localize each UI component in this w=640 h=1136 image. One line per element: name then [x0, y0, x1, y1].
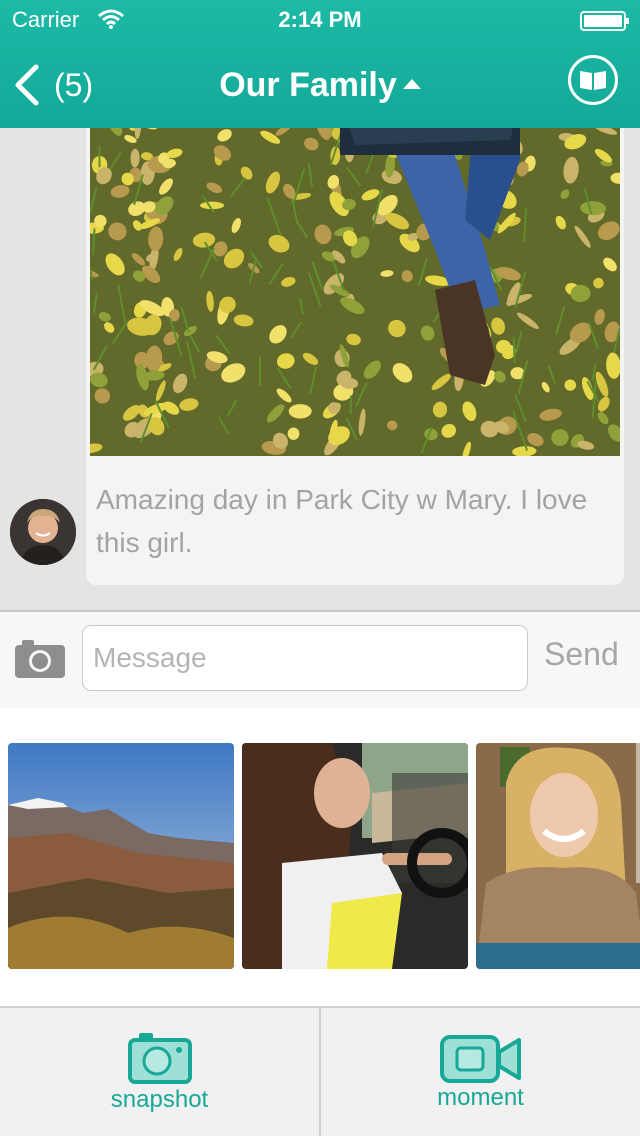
caret-up-icon — [402, 79, 421, 90]
photo-thumbnail-car[interactable] — [242, 743, 468, 969]
tab-snapshot[interactable]: snapshot — [0, 1008, 319, 1136]
tab-label-snapshot: snapshot — [110, 1086, 209, 1113]
status-bar: Carrier 2:14 PM — [0, 0, 640, 40]
nav-header: Carrier 2:14 PM (5) Our Family — [0, 0, 640, 128]
book-button[interactable] — [568, 55, 618, 105]
send-button[interactable]: Send — [544, 636, 619, 673]
tab-moment[interactable]: moment — [321, 1008, 640, 1136]
message-composer: Send — [0, 610, 640, 710]
post-photo[interactable] — [90, 100, 620, 456]
post-card: Amazing day in Park City w Mary. I love … — [86, 100, 624, 585]
bottom-tab-bar: snapshot moment — [0, 1006, 640, 1136]
photo-thumbnail-landscape[interactable] — [8, 743, 234, 969]
avatar[interactable] — [10, 499, 76, 565]
chat-screen: Amazing day in Park City w Mary. I love … — [0, 0, 640, 1136]
message-input[interactable] — [82, 625, 528, 691]
page-title: Our Family — [219, 66, 397, 104]
tab-label-moment: moment — [437, 1084, 524, 1111]
video-camera-icon — [439, 1035, 521, 1083]
camera-icon — [127, 1033, 192, 1084]
status-time: 2:14 PM — [278, 7, 362, 32]
recent-photos-strip — [0, 708, 640, 1006]
camera-icon[interactable] — [14, 637, 66, 679]
battery-icon — [580, 11, 629, 31]
photo-thumbnail-portrait[interactable] — [476, 743, 640, 969]
group-title-dropdown[interactable]: Our Family — [0, 66, 640, 105]
book-icon — [580, 71, 606, 90]
post-caption: Amazing day in Park City w Mary. I love … — [96, 484, 588, 558]
